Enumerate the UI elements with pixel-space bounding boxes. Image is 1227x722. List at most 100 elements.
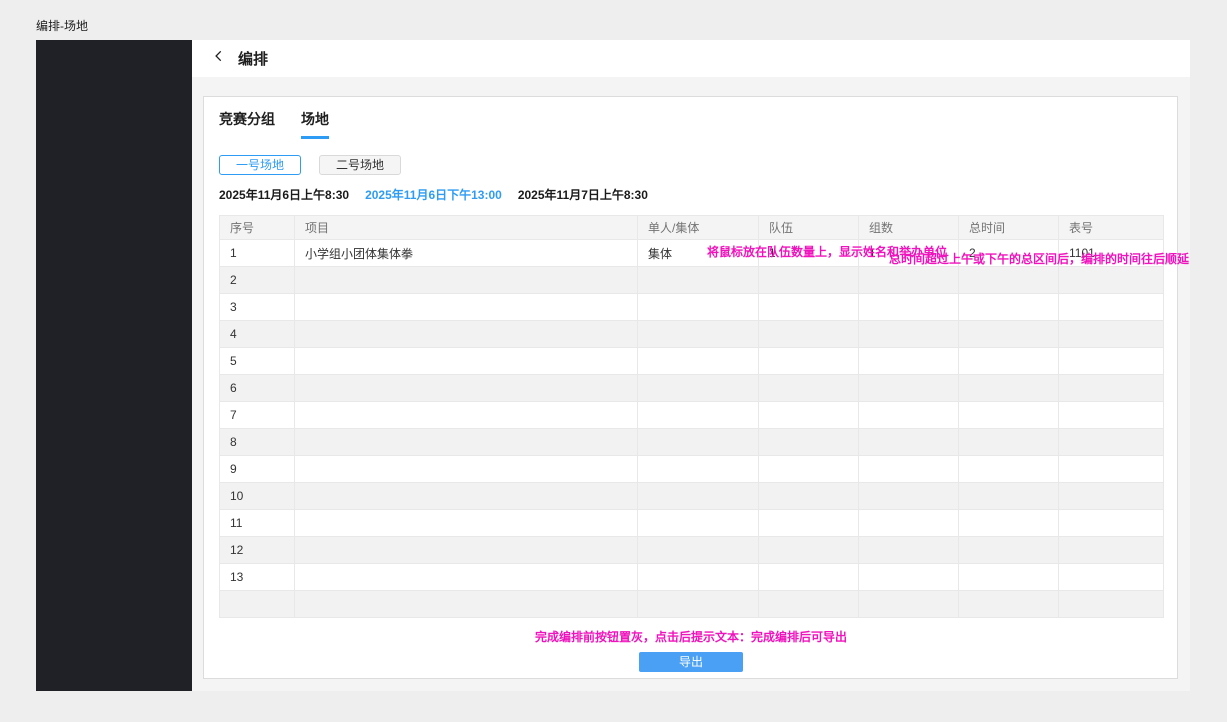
table-cell: 11 [220, 510, 295, 537]
table-cell [295, 591, 638, 618]
table-cell [859, 456, 959, 483]
tab-venue[interactable]: 场地 [301, 109, 329, 139]
table-cell [859, 348, 959, 375]
table-cell [638, 456, 759, 483]
table-cell [959, 375, 1059, 402]
table-cell [1059, 348, 1164, 375]
export-button[interactable]: 导出 [639, 652, 743, 672]
table-cell: 小学组小团体集体拳 [295, 240, 638, 267]
session-tabs: 2025年11月6日上午8:30 2025年11月6日下午13:00 2025年… [219, 188, 1162, 202]
table-cell [859, 375, 959, 402]
table-row: 7 [220, 402, 1164, 429]
table-cell [759, 267, 859, 294]
table-cell [959, 456, 1059, 483]
table-row: 8 [220, 429, 1164, 456]
table-cell [1059, 402, 1164, 429]
venue-button-group: 一号场地 二号场地 [219, 155, 1162, 175]
col-header-event: 项目 [295, 216, 638, 240]
table-cell [759, 591, 859, 618]
venue-2-button[interactable]: 二号场地 [319, 155, 401, 175]
table-cell [295, 456, 638, 483]
table-cell [859, 591, 959, 618]
table-cell [859, 510, 959, 537]
table-cell: 7 [220, 402, 295, 429]
table-cell [859, 564, 959, 591]
table-row: 10 [220, 483, 1164, 510]
table-row: 13 [220, 564, 1164, 591]
table-cell: 2 [220, 267, 295, 294]
table-row: 11 [220, 510, 1164, 537]
tab-competition-grouping[interactable]: 竞赛分组 [219, 109, 275, 139]
table-cell [959, 564, 1059, 591]
table-cell: 5 [220, 348, 295, 375]
session-tab-1[interactable]: 2025年11月6日上午8:30 [219, 188, 349, 202]
col-header-table-no: 表号 [1059, 216, 1164, 240]
table-cell [959, 267, 1059, 294]
page-title: 编排 [238, 48, 268, 69]
table-cell [959, 294, 1059, 321]
table-cell [759, 429, 859, 456]
table-cell [638, 510, 759, 537]
table-row: 9 [220, 456, 1164, 483]
table-row: 4 [220, 321, 1164, 348]
session-tab-2[interactable]: 2025年11月6日下午13:00 [365, 188, 502, 202]
table-cell [638, 267, 759, 294]
table-cell [638, 294, 759, 321]
table-cell [295, 483, 638, 510]
table-cell [1059, 321, 1164, 348]
table-cell [959, 348, 1059, 375]
table-cell [859, 294, 959, 321]
col-header-teams: 队伍 [759, 216, 859, 240]
table-cell [638, 564, 759, 591]
table-cell [295, 510, 638, 537]
back-button[interactable] [210, 50, 228, 68]
table-cell [638, 348, 759, 375]
col-header-groups: 组数 [859, 216, 959, 240]
table-cell: 8 [220, 429, 295, 456]
table-cell [1059, 267, 1164, 294]
table-cell [859, 429, 959, 456]
table-cell [638, 375, 759, 402]
chevron-left-icon [212, 49, 226, 68]
table-cell [959, 429, 1059, 456]
table-cell: 9 [220, 456, 295, 483]
table-cell [1059, 483, 1164, 510]
table-cell [959, 591, 1059, 618]
export-button-row: 导出 [219, 652, 1163, 672]
tab-bar: 竞赛分组 场地 [219, 109, 1162, 139]
table-cell [959, 483, 1059, 510]
table-cell [1059, 510, 1164, 537]
table-cell [759, 375, 859, 402]
breadcrumb: 编排-场地 [36, 17, 88, 34]
col-header-total-time: 总时间 [959, 216, 1059, 240]
session-tab-3[interactable]: 2025年11月7日上午8:30 [518, 188, 648, 202]
table-cell [295, 348, 638, 375]
table-cell [638, 483, 759, 510]
table-cell: 10 [220, 483, 295, 510]
table-cell: 6 [220, 375, 295, 402]
col-header-index: 序号 [220, 216, 295, 240]
table-cell [295, 375, 638, 402]
table-cell [859, 537, 959, 564]
table-cell [759, 294, 859, 321]
table-cell [220, 591, 295, 618]
table-cell [638, 321, 759, 348]
table-cell [959, 321, 1059, 348]
col-header-solo-group: 单人/集体 [638, 216, 759, 240]
annotation-export-tip: 完成编排前按钮置灰，点击后提示文本：完成编排后可导出 [219, 630, 1163, 644]
table-cell [1059, 294, 1164, 321]
table-row: 2 [220, 267, 1164, 294]
table-cell: 4 [220, 321, 295, 348]
table-cell [759, 321, 859, 348]
table-cell [295, 402, 638, 429]
venue-1-button[interactable]: 一号场地 [219, 155, 301, 175]
table-cell: 13 [220, 564, 295, 591]
table-cell [295, 294, 638, 321]
table-cell [759, 456, 859, 483]
table-cell [1059, 429, 1164, 456]
table-cell [638, 402, 759, 429]
sidebar [36, 40, 192, 691]
table-cell [295, 537, 638, 564]
table-cell [759, 564, 859, 591]
table-row: 12 [220, 537, 1164, 564]
